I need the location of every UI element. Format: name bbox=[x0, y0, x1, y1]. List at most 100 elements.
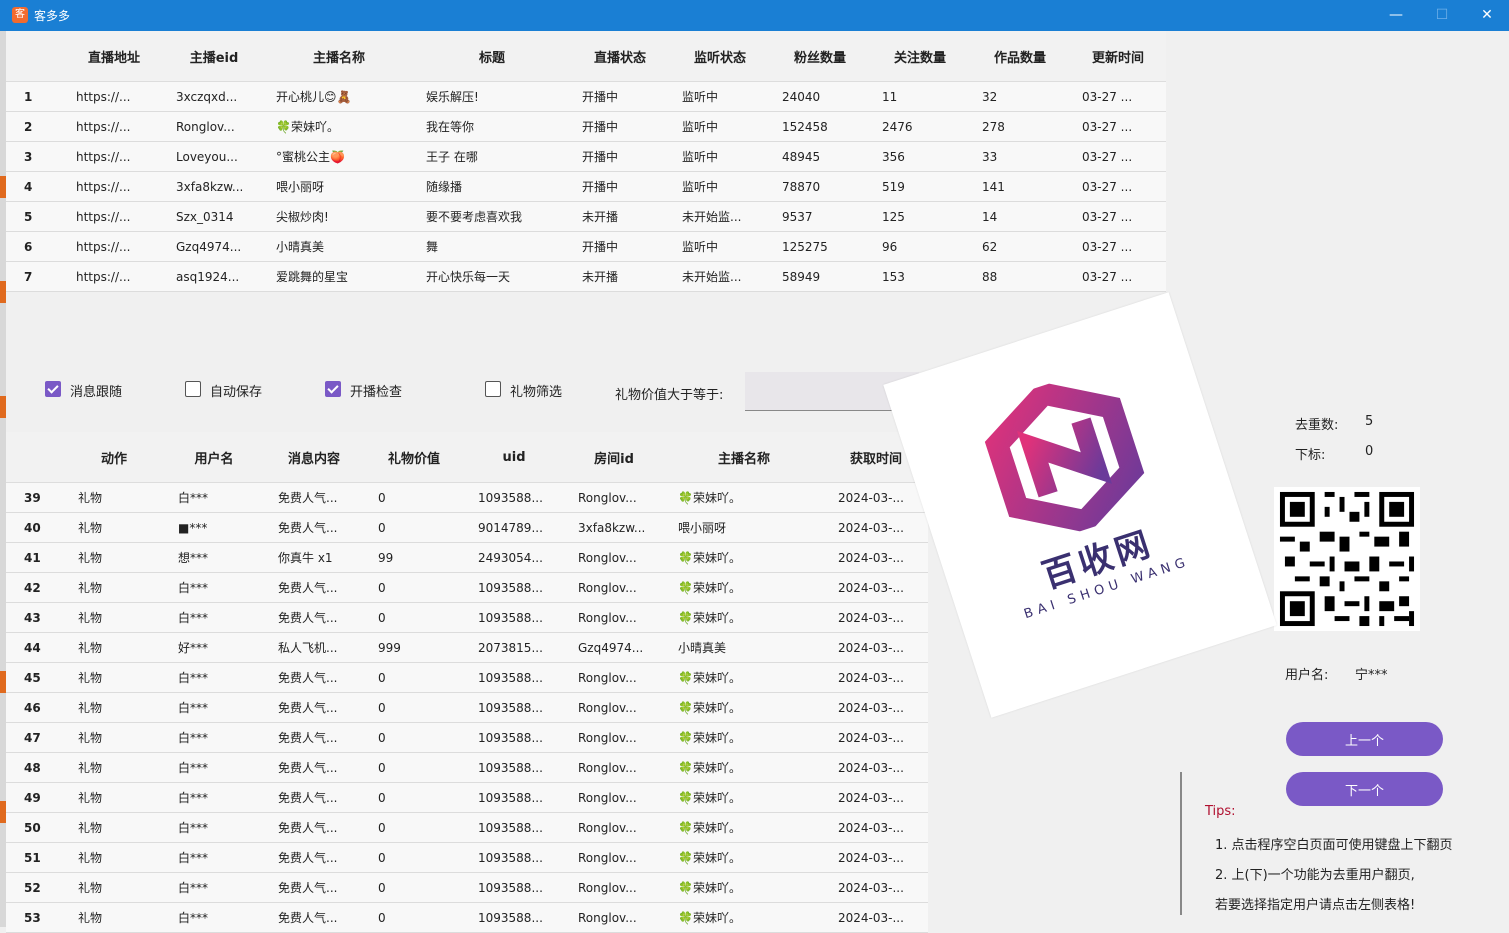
live-check-checkbox[interactable] bbox=[325, 381, 341, 397]
table-cell[interactable]: 爱跳舞的星宝 bbox=[264, 261, 414, 292]
table-cell[interactable]: Gzq4974... bbox=[564, 632, 664, 663]
table-cell[interactable]: 999 bbox=[364, 632, 464, 663]
maximize-button[interactable]: ☐ bbox=[1422, 4, 1462, 26]
table-cell[interactable]: °蜜桃公主🍑 bbox=[264, 141, 414, 172]
table-cell[interactable]: 监听中 bbox=[670, 141, 770, 172]
table-cell[interactable]: 1093588... bbox=[464, 692, 564, 723]
table-cell[interactable]: 1093588... bbox=[464, 602, 564, 633]
table-cell[interactable]: 要不要考虑喜欢我 bbox=[414, 201, 570, 232]
table-cell[interactable]: 🍀荣妹吖。 bbox=[664, 662, 824, 693]
table-cell[interactable]: 33 bbox=[970, 141, 1070, 172]
message-table-row[interactable]: 52 礼物 白*** 免费人气... 0 1093588... Ronglov... 🍀荣妹吖… bbox=[6, 872, 928, 903]
table-cell[interactable]: 1093588... bbox=[464, 872, 564, 903]
table-cell[interactable]: 0 bbox=[364, 692, 464, 723]
row-index[interactable]: 2 bbox=[6, 111, 64, 142]
table-cell[interactable]: Ronglov... bbox=[564, 602, 664, 633]
table-cell[interactable]: 03-27 ... bbox=[1070, 201, 1166, 232]
table-cell[interactable]: 🍀荣妹吖。 bbox=[664, 542, 824, 573]
col-header[interactable]: 监听状态 bbox=[670, 31, 770, 82]
table-cell[interactable]: 3xfa8kzw... bbox=[564, 512, 664, 543]
table-cell[interactable]: Ronglov... bbox=[564, 782, 664, 813]
table-cell[interactable]: 🍀荣妹吖。 bbox=[664, 482, 824, 513]
follow-msg-label[interactable]: 消息跟随 bbox=[70, 381, 122, 400]
table-cell[interactable]: 🍀荣妹吖。 bbox=[664, 722, 824, 753]
table-cell[interactable]: 舞 bbox=[414, 231, 570, 262]
table-cell[interactable]: 免费人气... bbox=[264, 752, 364, 783]
table-cell[interactable]: https://... bbox=[64, 231, 164, 262]
live-table-row[interactable]: 6 https://... Gzq4974... 小晴真美舞开播中 监听中 125275 9… bbox=[6, 231, 1166, 262]
row-index[interactable]: 42 bbox=[6, 572, 64, 603]
table-cell[interactable]: 1093588... bbox=[464, 662, 564, 693]
table-cell[interactable]: 娱乐解压! bbox=[414, 81, 570, 112]
table-cell[interactable]: 免费人气... bbox=[264, 902, 364, 933]
table-cell[interactable]: 2024-03-... bbox=[824, 662, 928, 693]
table-cell[interactable]: 礼物 bbox=[64, 782, 164, 813]
follow-msg-checkbox[interactable] bbox=[45, 381, 61, 397]
table-cell[interactable]: 1093588... bbox=[464, 842, 564, 873]
table-cell[interactable]: 🍀荣妹吖。 bbox=[664, 752, 824, 783]
col-header[interactable]: 粉丝数量 bbox=[770, 31, 870, 82]
table-cell[interactable]: https://... bbox=[64, 81, 164, 112]
table-cell[interactable]: https://... bbox=[64, 111, 164, 142]
table-cell[interactable]: 🍀荣妹吖。 bbox=[664, 692, 824, 723]
row-index[interactable]: 41 bbox=[6, 542, 64, 573]
table-cell[interactable]: 王子 在哪 bbox=[414, 141, 570, 172]
table-cell[interactable]: 监听中 bbox=[670, 231, 770, 262]
message-table-row[interactable]: 46 礼物 白*** 免费人气... 0 1093588... Ronglov... 🍀荣妹吖… bbox=[6, 692, 928, 723]
table-cell[interactable]: ■*** bbox=[164, 512, 264, 543]
table-cell[interactable]: 2024-03-... bbox=[824, 602, 928, 633]
table-cell[interactable]: 152458 bbox=[770, 111, 870, 142]
next-user-button[interactable]: 下一个 bbox=[1286, 772, 1443, 806]
row-index[interactable]: 4 bbox=[6, 171, 64, 202]
table-cell[interactable]: 白*** bbox=[164, 662, 264, 693]
row-index[interactable]: 50 bbox=[6, 812, 64, 843]
table-cell[interactable]: 2073815... bbox=[464, 632, 564, 663]
table-cell[interactable]: Ronglov... bbox=[564, 572, 664, 603]
message-table-row[interactable]: 43 礼物 白*** 免费人气... 0 1093588... Ronglov... 🍀荣妹吖… bbox=[6, 602, 928, 633]
table-cell[interactable]: 03-27 ... bbox=[1070, 141, 1166, 172]
table-cell[interactable]: 礼物 bbox=[64, 512, 164, 543]
table-cell[interactable]: 🍀荣妹吖。 bbox=[664, 872, 824, 903]
table-cell[interactable]: 尖椒炒肉! bbox=[264, 201, 414, 232]
auto-save-label[interactable]: 自动保存 bbox=[210, 381, 262, 400]
table-cell[interactable]: 白*** bbox=[164, 602, 264, 633]
table-cell[interactable]: Ronglov... bbox=[564, 542, 664, 573]
table-cell[interactable]: 0 bbox=[364, 512, 464, 543]
row-index[interactable]: 7 bbox=[6, 261, 64, 292]
message-table-row[interactable]: 48 礼物 白*** 免费人气... 0 1093588... Ronglov... 🍀荣妹吖… bbox=[6, 752, 928, 783]
table-cell[interactable]: 免费人气... bbox=[264, 692, 364, 723]
table-cell[interactable]: Loveyou... bbox=[164, 141, 264, 172]
message-table-row[interactable]: 41 礼物 想*** 你真牛 x1 99 2493054... Ronglov... 🍀荣妹吖… bbox=[6, 542, 928, 573]
table-cell[interactable]: Ronglov... bbox=[564, 752, 664, 783]
table-cell[interactable]: https://... bbox=[64, 201, 164, 232]
table-cell[interactable]: 白*** bbox=[164, 872, 264, 903]
table-cell[interactable]: 礼物 bbox=[64, 902, 164, 933]
table-cell[interactable]: 礼物 bbox=[64, 842, 164, 873]
table-cell[interactable]: 1093588... bbox=[464, 752, 564, 783]
table-cell[interactable]: 0 bbox=[364, 812, 464, 843]
table-cell[interactable]: 未开播 bbox=[570, 201, 670, 232]
message-table-row[interactable]: 42 礼物 白*** 免费人气... 0 1093588... Ronglov... 🍀荣妹吖… bbox=[6, 572, 928, 603]
table-cell[interactable]: 礼物 bbox=[64, 812, 164, 843]
table-cell[interactable]: 3xfa8kzw... bbox=[164, 171, 264, 202]
table-cell[interactable]: 未开播 bbox=[570, 261, 670, 292]
live-table-row[interactable]: 3 https://... Loveyou... °蜜桃公主🍑 王子 在哪 开播中 监听中 4… bbox=[6, 141, 1166, 172]
table-cell[interactable]: 白*** bbox=[164, 902, 264, 933]
table-cell[interactable]: 开播中 bbox=[570, 231, 670, 262]
table-cell[interactable]: 监听中 bbox=[670, 81, 770, 112]
table-cell[interactable]: Ronglov... bbox=[564, 872, 664, 903]
live-table-row[interactable]: 4 https://... 3xfa8kzw... 喂小丽呀 随缘播 开播中 监听中 7887… bbox=[6, 171, 1166, 202]
col-header[interactable]: 房间id bbox=[564, 432, 664, 483]
row-index[interactable]: 48 bbox=[6, 752, 64, 783]
close-button[interactable]: ✕ bbox=[1467, 4, 1507, 26]
table-cell[interactable]: 🍀荣妹吖。 bbox=[664, 842, 824, 873]
table-cell[interactable]: 免费人气... bbox=[264, 812, 364, 843]
col-header[interactable]: 消息内容 bbox=[264, 432, 364, 483]
table-cell[interactable]: 开播中 bbox=[570, 111, 670, 142]
table-cell[interactable]: 小晴真美 bbox=[664, 632, 824, 663]
col-header[interactable]: uid bbox=[464, 432, 564, 483]
table-cell[interactable]: 356 bbox=[870, 141, 970, 172]
table-cell[interactable]: 开心快乐每一天 bbox=[414, 261, 570, 292]
table-cell[interactable]: 好*** bbox=[164, 632, 264, 663]
table-cell[interactable]: 96 bbox=[870, 231, 970, 262]
